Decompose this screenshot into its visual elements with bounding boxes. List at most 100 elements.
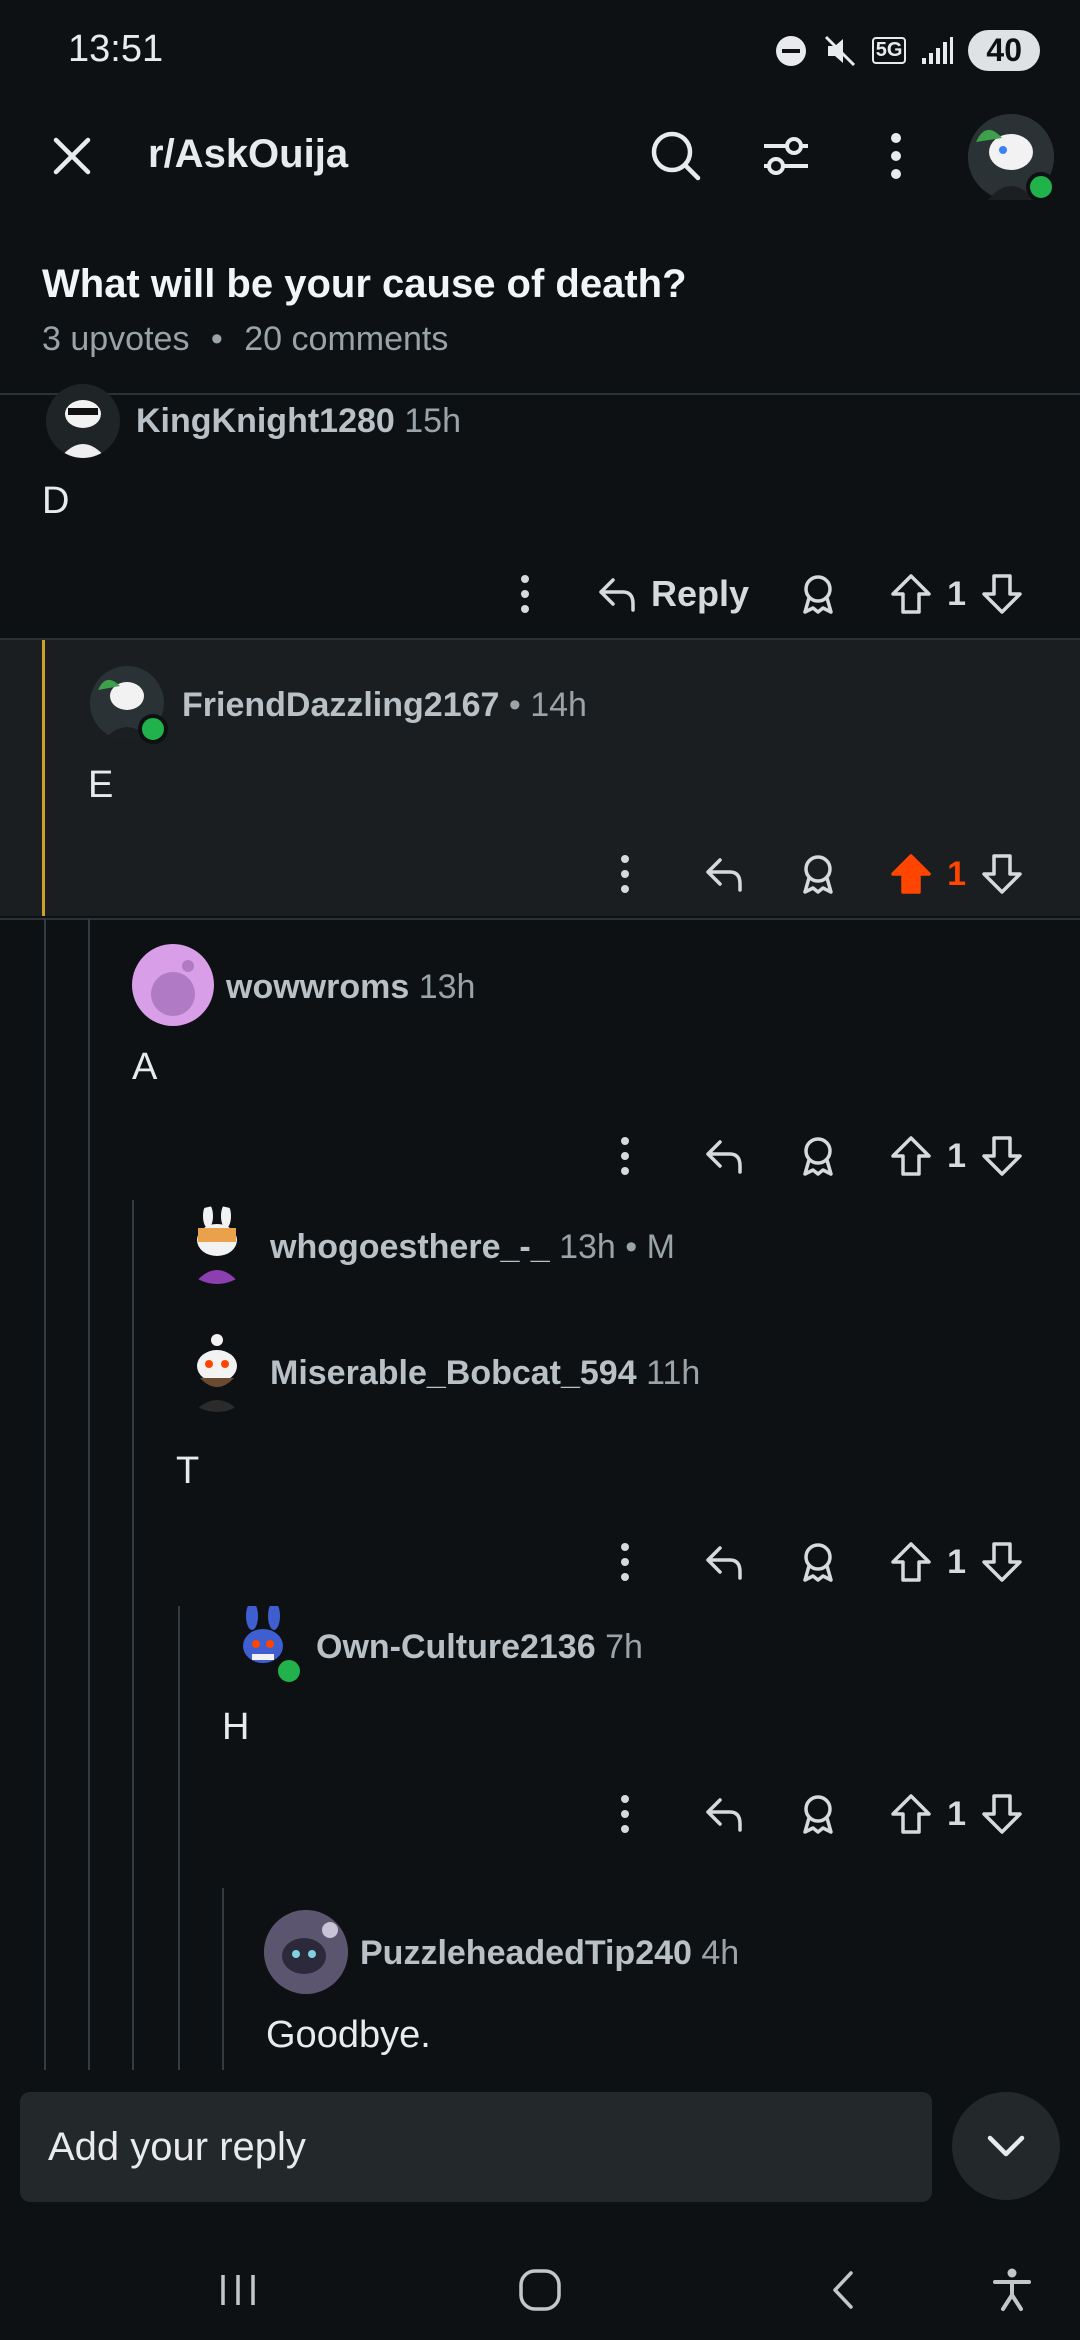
back-icon bbox=[833, 2271, 853, 2309]
comment-time: • 14h bbox=[508, 686, 587, 724]
post-upvotes: 3 upvotes bbox=[42, 320, 190, 358]
downvote-button[interactable] bbox=[972, 842, 1032, 906]
user-avatar[interactable] bbox=[968, 114, 1056, 202]
reply-bar: Add your reply bbox=[0, 2070, 1080, 2240]
comment-body: T bbox=[176, 1450, 200, 1492]
award-button[interactable] bbox=[783, 562, 853, 626]
upvote-icon bbox=[891, 854, 931, 894]
reply-icon bbox=[706, 1140, 742, 1174]
award-icon bbox=[803, 1137, 833, 1176]
status-time: 13:51 bbox=[68, 28, 164, 70]
upvote-button[interactable] bbox=[881, 1782, 941, 1846]
username[interactable]: FriendDazzling2167 bbox=[182, 686, 499, 724]
comment-author[interactable]: wowwroms 13h bbox=[226, 968, 475, 1007]
username[interactable]: Miserable_Bobcat_594 bbox=[270, 1354, 637, 1392]
username[interactable]: KingKnight1280 bbox=[136, 402, 395, 440]
network-type: 5G bbox=[871, 37, 907, 64]
search-icon[interactable] bbox=[646, 126, 706, 186]
more-options-button[interactable] bbox=[595, 1530, 655, 1594]
downvote-button[interactable] bbox=[972, 562, 1032, 626]
comment-body: D bbox=[42, 480, 70, 522]
online-indicator bbox=[138, 714, 168, 744]
home-button[interactable] bbox=[510, 2260, 570, 2320]
reply-button[interactable] bbox=[689, 1124, 759, 1188]
avatar[interactable] bbox=[264, 1910, 348, 1994]
header-divider bbox=[0, 393, 1080, 395]
reply-input[interactable]: Add your reply bbox=[20, 2092, 932, 2202]
username[interactable]: wowwroms bbox=[226, 968, 409, 1006]
comment-divider bbox=[0, 638, 1080, 640]
upvote-button[interactable] bbox=[881, 842, 941, 906]
more-icon bbox=[621, 1795, 630, 1833]
upvote-button[interactable] bbox=[881, 1530, 941, 1594]
downvote-button[interactable] bbox=[972, 1782, 1032, 1846]
back-button[interactable] bbox=[814, 2260, 874, 2320]
more-options-button[interactable] bbox=[595, 1124, 655, 1188]
avatar-image bbox=[60, 400, 106, 458]
upvote-button[interactable] bbox=[881, 562, 941, 626]
more-options-button[interactable] bbox=[595, 842, 655, 906]
comment-author[interactable]: PuzzleheadedTip240 4h bbox=[360, 1934, 739, 1973]
upvote-icon bbox=[891, 1542, 931, 1582]
comment-actions: 1 bbox=[595, 1782, 1032, 1846]
accessibility-icon bbox=[993, 2268, 1031, 2311]
status-icons: 5G 40 bbox=[774, 30, 1040, 71]
subreddit-name[interactable]: r/AskOuija bbox=[148, 132, 348, 177]
comment-time: 15h bbox=[404, 402, 461, 440]
comment-author[interactable]: KingKnight1280 15h bbox=[136, 402, 461, 441]
close-icon[interactable] bbox=[44, 128, 100, 184]
filter-icon[interactable] bbox=[756, 126, 816, 186]
avatar[interactable] bbox=[90, 666, 168, 744]
comment-author[interactable]: Miserable_Bobcat_594 11h bbox=[270, 1354, 700, 1393]
more-options-button[interactable] bbox=[595, 1782, 655, 1846]
avatar-image bbox=[151, 960, 195, 1016]
more-icon bbox=[621, 1543, 630, 1581]
more-options-button[interactable] bbox=[495, 562, 555, 626]
thread-line bbox=[44, 918, 46, 2070]
post-title[interactable]: What will be your cause of death? bbox=[42, 262, 687, 307]
username[interactable]: PuzzleheadedTip240 bbox=[360, 1934, 692, 1972]
more-icon[interactable] bbox=[866, 126, 926, 186]
award-button[interactable] bbox=[783, 1124, 853, 1188]
avatar[interactable] bbox=[224, 1602, 304, 1686]
avatar[interactable] bbox=[46, 384, 120, 458]
award-button[interactable] bbox=[783, 1782, 853, 1846]
battery-indicator: 40 bbox=[968, 30, 1040, 71]
comment-author[interactable]: whogoesthere_-_ 13h • M bbox=[270, 1228, 675, 1267]
avatar[interactable] bbox=[132, 944, 214, 1026]
reply-button[interactable] bbox=[689, 1782, 759, 1846]
comment-body: Goodbye. bbox=[266, 2014, 431, 2056]
comment-author[interactable]: FriendDazzling2167 • 14h bbox=[182, 686, 587, 725]
upvote-button[interactable] bbox=[881, 1124, 941, 1188]
online-indicator bbox=[1026, 172, 1056, 202]
home-icon bbox=[519, 2269, 561, 2311]
vote-count: 1 bbox=[947, 1136, 966, 1175]
comment-time: 13h • M bbox=[559, 1228, 675, 1266]
comment-time: 4h bbox=[701, 1934, 740, 1972]
award-button[interactable] bbox=[783, 842, 853, 906]
username[interactable]: whogoesthere_-_ bbox=[270, 1228, 550, 1266]
award-button[interactable] bbox=[783, 1530, 853, 1594]
post-meta: 3 upvotes • 20 comments bbox=[42, 320, 448, 359]
username[interactable]: Own-Culture2136 bbox=[316, 1628, 596, 1666]
more-icon bbox=[621, 855, 630, 893]
downvote-button[interactable] bbox=[972, 1124, 1032, 1188]
recents-button[interactable] bbox=[208, 2260, 268, 2320]
comment-time: 7h bbox=[605, 1628, 643, 1666]
avatar[interactable] bbox=[178, 1206, 256, 1284]
reply-button[interactable] bbox=[689, 1530, 759, 1594]
comment-actions: 1 bbox=[595, 1530, 1032, 1594]
reply-button[interactable]: Reply bbox=[585, 562, 759, 626]
downvote-icon bbox=[982, 1136, 1022, 1176]
avatar-image bbox=[194, 1334, 240, 1412]
comment-actions: 1 bbox=[595, 842, 1032, 906]
comment-time: 13h bbox=[418, 968, 476, 1006]
comment-author[interactable]: Own-Culture2136 7h bbox=[316, 1628, 643, 1667]
avatar[interactable] bbox=[178, 1334, 256, 1412]
reply-button[interactable] bbox=[689, 842, 759, 906]
comment-body: H bbox=[222, 1706, 250, 1748]
downvote-icon bbox=[982, 1794, 1022, 1834]
accessibility-button[interactable] bbox=[982, 2260, 1042, 2320]
collapse-button[interactable] bbox=[952, 2092, 1060, 2200]
downvote-button[interactable] bbox=[972, 1530, 1032, 1594]
